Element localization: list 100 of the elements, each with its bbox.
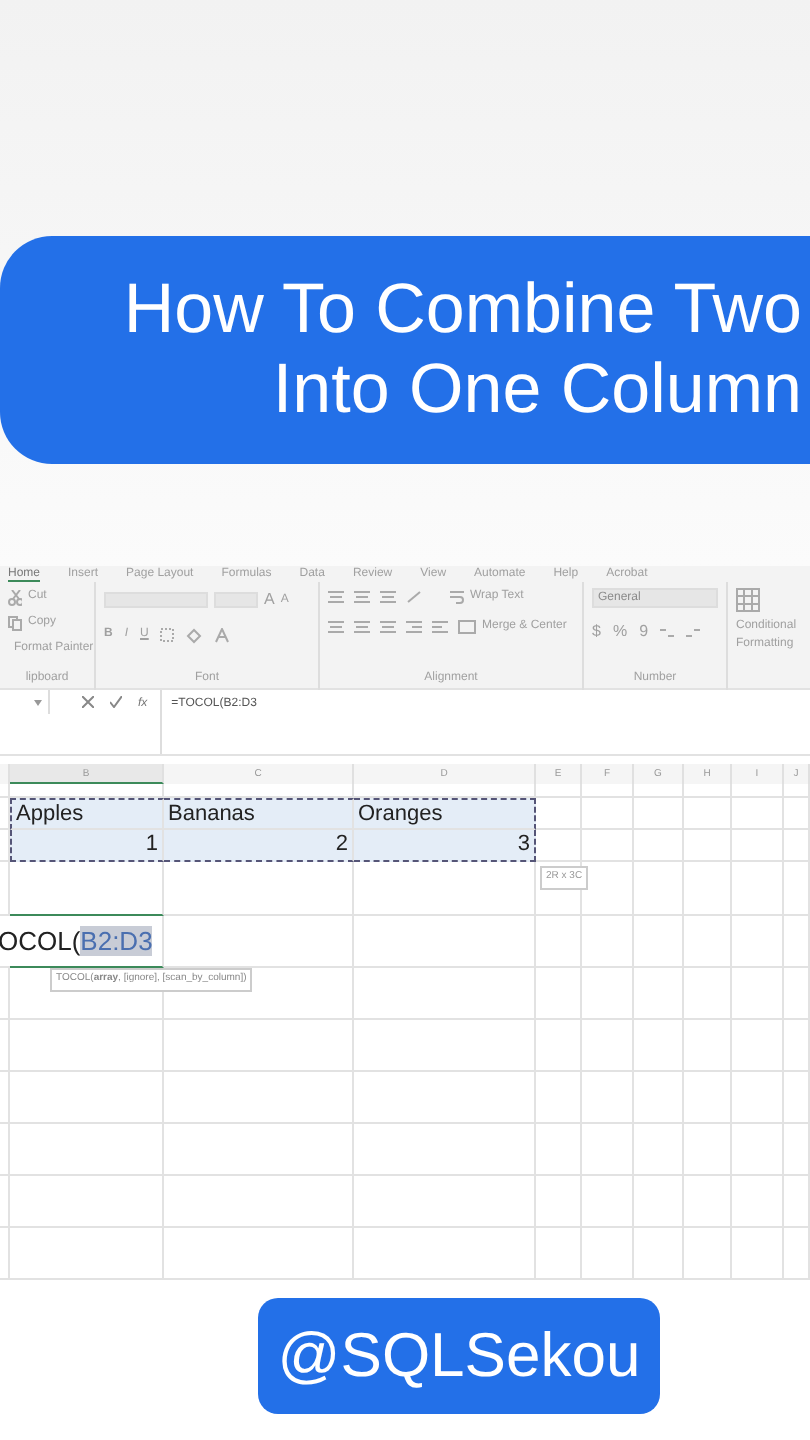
empty-cell[interactable] [582, 798, 634, 830]
empty-cell[interactable] [634, 784, 684, 798]
empty-cell[interactable] [354, 1020, 536, 1072]
empty-cell[interactable] [634, 916, 684, 968]
empty-cell[interactable] [536, 1020, 582, 1072]
empty-cell[interactable] [582, 1176, 634, 1228]
empty-cell[interactable] [536, 1124, 582, 1176]
empty-cell[interactable] [634, 830, 684, 862]
grow-font-button[interactable]: A [264, 588, 275, 612]
orientation-icon[interactable] [406, 590, 424, 604]
selected-cell[interactable]: Oranges [354, 798, 536, 830]
empty-cell[interactable] [0, 862, 10, 916]
empty-cell[interactable] [582, 830, 634, 862]
empty-cell[interactable] [684, 798, 732, 830]
empty-cell[interactable] [582, 1072, 634, 1124]
empty-cell[interactable] [536, 968, 582, 1020]
empty-cell[interactable] [10, 1072, 164, 1124]
empty-cell[interactable] [684, 968, 732, 1020]
empty-cell[interactable] [164, 1020, 354, 1072]
empty-cell[interactable] [784, 830, 810, 862]
empty-cell[interactable] [0, 968, 10, 1020]
empty-cell[interactable] [732, 862, 784, 916]
decrease-decimal-icon[interactable] [686, 625, 701, 639]
empty-cell[interactable] [0, 1228, 10, 1280]
font-color-icon[interactable] [214, 627, 231, 643]
empty-cell[interactable] [536, 1072, 582, 1124]
empty-cell[interactable] [784, 968, 810, 1020]
empty-cell[interactable] [354, 1072, 536, 1124]
empty-cell[interactable] [732, 968, 784, 1020]
center-icon[interactable] [354, 620, 370, 634]
empty-cell[interactable] [634, 1228, 684, 1280]
empty-cell[interactable] [0, 1020, 10, 1072]
empty-cell[interactable] [684, 1228, 732, 1280]
empty-cell[interactable] [784, 784, 810, 798]
empty-cell[interactable] [732, 1228, 784, 1280]
align-left-icon[interactable] [328, 620, 344, 634]
empty-cell[interactable] [582, 1124, 634, 1176]
empty-cell[interactable] [354, 1176, 536, 1228]
selected-cell[interactable]: 3 [354, 830, 536, 862]
table-grid-icon[interactable] [736, 588, 760, 612]
empty-cell[interactable] [684, 916, 732, 968]
empty-cell[interactable] [354, 862, 536, 916]
empty-cell[interactable] [732, 830, 784, 862]
empty-cell[interactable] [784, 1124, 810, 1176]
empty-cell[interactable] [582, 968, 634, 1020]
fill-color-icon[interactable] [186, 627, 203, 643]
selected-cell[interactable]: Bananas [164, 798, 354, 830]
empty-cell[interactable] [164, 1072, 354, 1124]
number-format-button[interactable]: $ [592, 620, 601, 644]
empty-cell[interactable] [10, 1124, 164, 1176]
empty-cell[interactable] [684, 862, 732, 916]
bottom-align-icon[interactable] [380, 590, 396, 604]
empty-cell[interactable] [164, 1176, 354, 1228]
increase-decimal-icon[interactable] [660, 625, 675, 639]
empty-cell[interactable] [10, 1176, 164, 1228]
empty-cell[interactable] [164, 1228, 354, 1280]
empty-cell[interactable] [634, 968, 684, 1020]
empty-cell[interactable] [784, 916, 810, 968]
outdent-icon[interactable] [432, 620, 448, 634]
empty-cell[interactable] [582, 916, 634, 968]
empty-cell[interactable] [732, 1020, 784, 1072]
empty-cell[interactable] [634, 1020, 684, 1072]
middle-align-icon[interactable] [354, 590, 370, 604]
empty-cell[interactable] [0, 1072, 10, 1124]
empty-cell[interactable] [684, 1124, 732, 1176]
column-header[interactable] [0, 764, 10, 784]
empty-cell[interactable] [0, 1124, 10, 1176]
empty-cell[interactable] [536, 1176, 582, 1228]
selected-cell[interactable]: 2 [164, 830, 354, 862]
enter-icon[interactable] [110, 696, 122, 708]
empty-cell[interactable] [784, 1020, 810, 1072]
empty-cell[interactable] [732, 1072, 784, 1124]
empty-cell[interactable] [354, 1228, 536, 1280]
empty-cell[interactable] [634, 1124, 684, 1176]
empty-cell[interactable] [684, 1176, 732, 1228]
empty-cell[interactable] [164, 1124, 354, 1176]
indent-icon[interactable] [406, 620, 422, 634]
empty-cell[interactable] [634, 1176, 684, 1228]
empty-cell[interactable] [354, 1124, 536, 1176]
empty-cell[interactable] [582, 784, 634, 798]
empty-cell[interactable] [10, 1228, 164, 1280]
empty-cell[interactable] [684, 1072, 732, 1124]
empty-cell[interactable] [634, 1072, 684, 1124]
empty-cell[interactable] [784, 1176, 810, 1228]
empty-cell[interactable] [732, 1124, 784, 1176]
empty-cell[interactable] [10, 862, 164, 916]
empty-cell[interactable] [536, 916, 582, 968]
borders-icon[interactable] [160, 628, 175, 642]
empty-cell[interactable] [784, 1228, 810, 1280]
empty-cell[interactable] [684, 784, 732, 798]
align-right-icon[interactable] [380, 620, 396, 634]
empty-cell[interactable] [536, 784, 582, 798]
empty-cell[interactable] [732, 916, 784, 968]
empty-cell[interactable] [684, 830, 732, 862]
empty-cell[interactable] [684, 1020, 732, 1072]
top-align-icon[interactable] [328, 590, 344, 604]
empty-cell[interactable] [582, 1020, 634, 1072]
empty-cell[interactable] [784, 862, 810, 916]
dropdown-caret-icon[interactable] [34, 699, 42, 705]
empty-cell[interactable] [784, 798, 810, 830]
